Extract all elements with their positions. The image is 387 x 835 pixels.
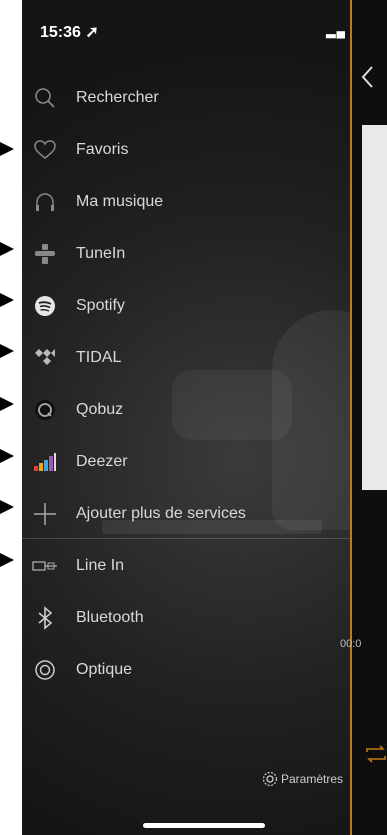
elapsed-time: 00:0 — [340, 638, 362, 650]
spotify-icon — [32, 293, 58, 319]
menu-item-favoris[interactable]: Favoris — [22, 124, 352, 176]
menu-item-tidal[interactable]: TIDAL — [22, 332, 352, 384]
menu-separator — [22, 538, 352, 539]
chevron-left-icon[interactable] — [358, 62, 378, 92]
menu-item-spotify[interactable]: Spotify — [22, 280, 352, 332]
menu-item-tunein[interactable]: TuneIn — [22, 228, 352, 280]
status-bar: 15:36 ➚ ▂▄ ᯤ ▭ — [22, 18, 387, 42]
menu-item-label: TIDAL — [76, 349, 122, 366]
gear-icon — [262, 771, 278, 787]
menu-item-ajouter-services[interactable]: Ajouter plus de services — [22, 488, 352, 540]
menu-item-ma-musique[interactable]: Ma musique — [22, 176, 352, 228]
menu-item-deezer[interactable]: Deezer — [22, 436, 352, 488]
search-icon — [32, 85, 58, 111]
menu-item-label: Ma musique — [76, 193, 164, 210]
deezer-icon — [32, 449, 58, 475]
panel-divider — [350, 0, 352, 835]
headphones-icon — [32, 189, 58, 215]
optical-icon — [32, 657, 58, 683]
plus-icon — [32, 501, 58, 527]
menu-item-label: Rechercher — [76, 89, 159, 106]
heart-icon — [32, 137, 58, 163]
menu-item-rechercher[interactable]: Rechercher — [22, 72, 352, 124]
bluetooth-icon — [32, 605, 58, 631]
menu-item-label: TuneIn — [76, 245, 126, 262]
menu-item-label: Favoris — [76, 141, 129, 158]
menu-item-label: Qobuz — [76, 401, 124, 418]
menu-item-optique[interactable]: Optique — [22, 644, 352, 696]
repeat-icon[interactable] — [365, 743, 387, 765]
menu-item-bluetooth[interactable]: Bluetooth — [22, 592, 352, 644]
now-playing-panel[interactable] — [352, 0, 387, 835]
phone-screen: 15:36 ➚ ▂▄ ᯤ ▭ Rechercher Favoris Ma mus… — [22, 0, 387, 835]
line-in-icon — [32, 553, 58, 579]
menu-item-label: Optique — [76, 661, 133, 678]
menu-item-line-in[interactable]: Line In — [22, 540, 352, 592]
menu-item-label: Ajouter plus de services — [76, 505, 246, 522]
menu-item-label: Spotify — [76, 297, 125, 314]
album-art — [362, 125, 387, 490]
settings-label: Paramètres — [281, 772, 344, 786]
home-indicator[interactable] — [143, 823, 265, 828]
tunein-icon — [32, 241, 58, 267]
menu-item-label: Bluetooth — [76, 609, 144, 626]
menu-item-label: Deezer — [76, 453, 128, 470]
settings-button[interactable]: Paramètres — [262, 771, 343, 787]
tidal-icon — [32, 345, 58, 371]
menu-item-label: Line In — [76, 557, 125, 574]
qobuz-icon — [32, 397, 58, 423]
menu-item-qobuz[interactable]: Qobuz — [22, 384, 352, 436]
status-time: 15:36 ➚ — [40, 24, 99, 41]
